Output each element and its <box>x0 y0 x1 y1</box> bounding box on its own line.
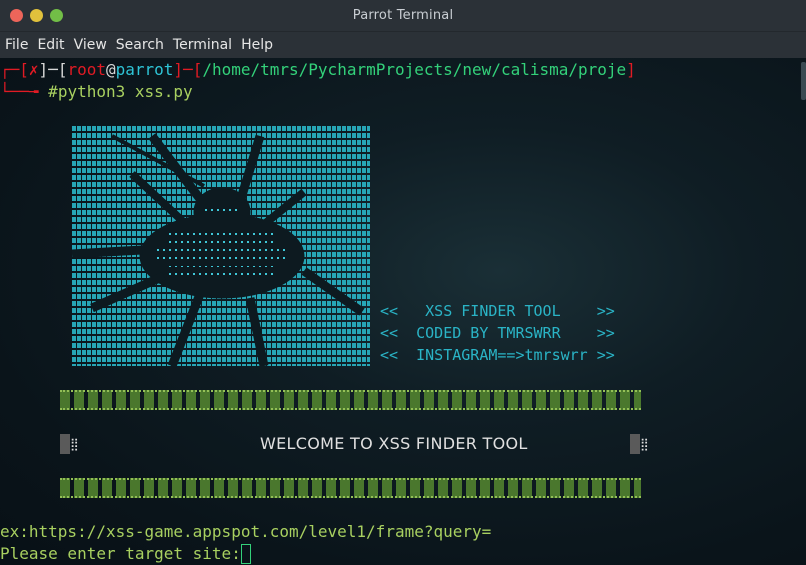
maximize-icon[interactable] <box>50 9 63 22</box>
prompt-corner: ┌ <box>0 60 10 79</box>
menu-view[interactable]: View <box>74 37 107 53</box>
banner-line-1: << XSS FINDER TOOL >> <box>380 302 615 320</box>
menu-help[interactable]: Help <box>241 37 273 53</box>
prompt-hash: # <box>48 82 58 101</box>
text-cursor[interactable] <box>240 544 251 564</box>
prompt-line: ┌─[✗]─[root@parrot]─[/home/tmrs/PycharmP… <box>0 60 636 79</box>
minimize-icon[interactable] <box>30 9 43 22</box>
spider-ascii-art <box>72 126 370 366</box>
welcome-text: WELCOME TO XSS FINDER TOOL <box>260 434 528 453</box>
welcome-left-cap: ⣿ <box>60 434 80 454</box>
window-controls <box>10 9 63 22</box>
command-line: └──╼ #python3 xss.py <box>0 82 193 102</box>
menu-search[interactable]: Search <box>116 37 164 53</box>
scrollbar[interactable] <box>801 62 806 100</box>
prompt-status: ✗ <box>28 60 39 79</box>
prompt-path: /home/tmrs/PycharmProjects/new/calisma/p… <box>202 60 627 79</box>
prompt-bottom-corner: └──╼ <box>0 82 49 101</box>
menu-terminal[interactable]: Terminal <box>173 37 232 53</box>
banner-line-2: << CODED BY TMRSWRR >> <box>380 324 615 342</box>
window-title: Parrot Terminal <box>352 8 454 23</box>
menu-file[interactable]: File <box>5 37 28 53</box>
terminal-area[interactable]: ┌─[✗]─[root@parrot]─[/home/tmrs/PycharmP… <box>0 58 806 565</box>
menu-bar: File Edit View Search Terminal Help <box>0 32 806 58</box>
command-text: python3 xss.py <box>57 82 193 101</box>
prompt-user: root <box>67 60 106 79</box>
input-prompt: Please enter target site: <box>0 544 241 563</box>
prompt-host: parrot <box>115 60 174 79</box>
input-line: Please enter target site: <box>0 544 251 564</box>
welcome-right-cap: ⣿ <box>630 434 650 454</box>
close-icon[interactable] <box>10 9 23 22</box>
window-titlebar[interactable]: Parrot Terminal <box>0 0 806 32</box>
banner-line-3: << INSTAGRAM==>tmrswrr >> <box>380 346 615 364</box>
decorative-bar-bottom <box>60 478 641 498</box>
decorative-bar-top <box>60 390 641 410</box>
example-url-line: ex:https://xss-game.appspot.com/level1/f… <box>0 522 492 541</box>
menu-edit[interactable]: Edit <box>37 37 64 53</box>
